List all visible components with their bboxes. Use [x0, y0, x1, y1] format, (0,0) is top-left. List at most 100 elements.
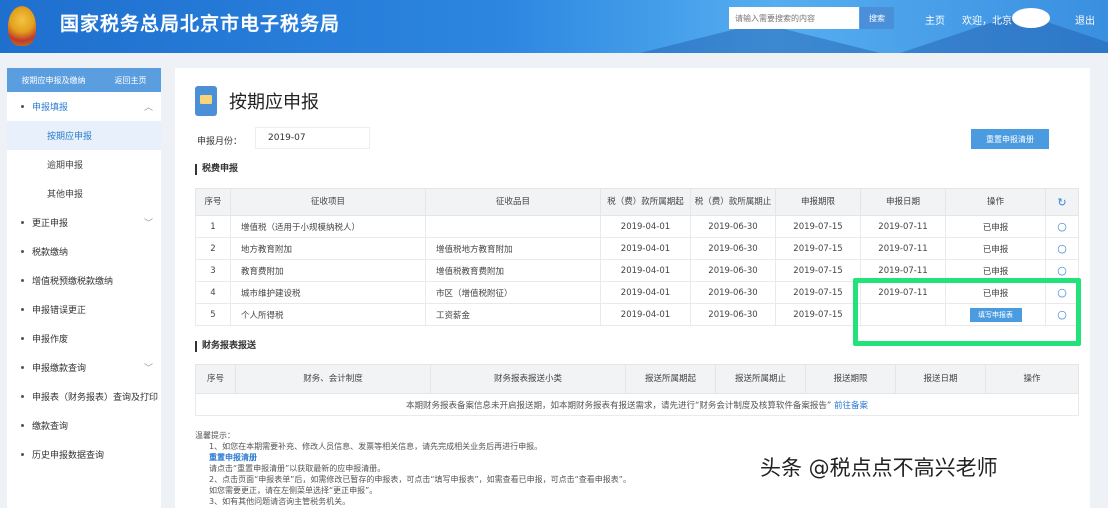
- go-filing-link[interactable]: 前往备案: [834, 401, 868, 411]
- table-row: 5 个人所得税 工资薪金 2019-04-01 2019-06-30 2019-07-15…: [195, 303, 1079, 326]
- table-cell: 已申报: [945, 259, 1046, 282]
- sidebar-item[interactable]: 申报作废: [7, 324, 161, 353]
- bullet-icon: [21, 337, 24, 340]
- tips-section: 温馨提示： 1、如您在本期需要补充、修改人员信息、发票等相关信息，请先完成相关业…: [195, 430, 631, 507]
- sidebar-item-label: 缴款查询: [32, 422, 69, 432]
- refresh-icon[interactable]: ○: [1045, 215, 1079, 238]
- sidebar-item[interactable]: 更正申报 ﹀: [7, 208, 161, 237]
- reset-list-button[interactable]: 重置申报清册: [971, 129, 1049, 149]
- search-input[interactable]: [729, 7, 859, 29]
- notebook-icon: [195, 86, 217, 116]
- table-cell: 2019-07-11: [860, 281, 946, 304]
- sidebar-item[interactable]: 增值税预缴税款缴纳: [7, 266, 161, 295]
- chevron-up-icon: ︿: [143, 103, 153, 113]
- refresh-all-icon[interactable]: ↻: [1045, 188, 1079, 216]
- table-cell: 2019-04-01: [600, 303, 691, 326]
- table-cell: 增值税教育费附加: [425, 259, 601, 282]
- table-cell: 3: [195, 259, 231, 282]
- table-cell: 城市维护建设税: [230, 281, 426, 304]
- table-cell: 市区（增值税附征）: [425, 281, 601, 304]
- tips-title: 温馨提示：: [195, 431, 235, 440]
- sidebar-item[interactable]: 申报错误更正: [7, 295, 161, 324]
- search-button[interactable]: 搜索: [860, 7, 894, 29]
- table-cell: 2019-04-01: [600, 281, 691, 304]
- column-header: 税（费）款所属期止: [690, 188, 776, 216]
- column-header: 税（费）款所属期起: [600, 188, 691, 216]
- bullet-icon: [21, 424, 24, 427]
- table-cell: 增值税地方教育附加: [425, 237, 601, 260]
- table-cell: 2019-06-30: [690, 237, 776, 260]
- sidebar-title: 按期应申报及缴纳: [21, 75, 86, 85]
- back-home-link[interactable]: 返回主页: [115, 75, 147, 86]
- refresh-icon[interactable]: ○: [1045, 281, 1079, 304]
- reset-list-link[interactable]: 重置申报清册: [209, 453, 257, 462]
- sidebar-sub-periodic[interactable]: 按期应申报: [7, 121, 161, 150]
- refresh-icon[interactable]: ○: [1045, 237, 1079, 260]
- site-title: 国家税务总局北京市电子税务局: [60, 13, 341, 35]
- table-cell: 个人所得税: [230, 303, 426, 326]
- sidebar-item[interactable]: 申报表（财务报表）查询及打印 ﹀: [7, 382, 161, 411]
- sidebar-item-label: 申报作废: [32, 335, 69, 345]
- table-cell: 2019-04-01: [600, 215, 691, 238]
- table-cell: 2019-07-15: [775, 303, 861, 326]
- column-header: 报送所属期起: [625, 364, 716, 394]
- column-header: 操作: [985, 364, 1079, 394]
- table-cell: 2019-06-30: [690, 281, 776, 304]
- tip-line: 2、点击页面“申报表单”后，如需修改已暂存的申报表，可点击“填写申报表”，如需查…: [209, 475, 631, 484]
- chevron-down-icon: ﹀: [143, 364, 153, 374]
- column-header: 报送日期: [895, 364, 986, 394]
- sidebar-item-label: 申报错误更正: [32, 306, 87, 316]
- tip-line: 请点击“重置申报清册”以获取最新的应申报清册。: [209, 464, 386, 473]
- table-cell: 2019-04-01: [600, 237, 691, 260]
- table-cell: [425, 215, 601, 238]
- bullet-icon: [21, 366, 24, 369]
- table-cell: 2: [195, 237, 231, 260]
- refresh-icon[interactable]: ○: [1045, 303, 1079, 326]
- sidebar-item-label: 税款缴纳: [32, 248, 69, 258]
- bullet-icon: [21, 250, 24, 253]
- column-header: 申报期限: [775, 188, 861, 216]
- table-cell: 2019-04-01: [600, 259, 691, 282]
- table-cell: 2019-07-11: [860, 215, 946, 238]
- bullet-icon: [21, 308, 24, 311]
- column-header: 操作: [945, 188, 1046, 216]
- financial-report-table: 序号 财务、会计制度 财务报表报送小类 报送所属期起 报送所属期止 报送期限 报送日期 操作 …: [195, 364, 1079, 416]
- bullet-icon: [21, 395, 24, 398]
- table-cell: 2019-07-15: [775, 237, 861, 260]
- table-row: 4 城市维护建设税 市区（增值税附征） 2019-04-01 2019-06-30 201…: [195, 281, 1079, 304]
- refresh-icon[interactable]: ○: [1045, 259, 1079, 282]
- table-cell: 教育费附加: [230, 259, 426, 282]
- main-panel: 按期应申报 申报月份： 2019-07 重置申报清册 税费申报 序号 征收项目 征收…: [175, 68, 1090, 508]
- sidebar-item-label: 历史申报数据查询: [32, 451, 105, 461]
- tax-declare-table: 序号 征收项目 征收品目 税（费）款所属期起 税（费）款所属期止 申报期限 申报日期 操作 ↻ …: [195, 188, 1079, 326]
- chevron-down-icon: ﹀: [143, 393, 153, 403]
- table-cell: 2019-07-11: [860, 237, 946, 260]
- section-title-tax: 税费申报: [195, 164, 238, 175]
- sidebar-item-declare[interactable]: 申报填报 ︿: [7, 92, 161, 121]
- column-header: 征收项目: [230, 188, 426, 216]
- sidebar-sub-other[interactable]: 其他申报: [7, 179, 161, 208]
- table-cell: 2019-06-30: [690, 215, 776, 238]
- sidebar-sub-overdue[interactable]: 逾期申报: [7, 150, 161, 179]
- sidebar-item[interactable]: 缴款查询: [7, 411, 161, 440]
- table-cell: 2019-07-15: [775, 215, 861, 238]
- home-link[interactable]: 主页: [925, 12, 945, 27]
- sidebar-item[interactable]: 税款缴纳: [7, 237, 161, 266]
- user-avatar[interactable]: [1012, 8, 1050, 28]
- sidebar-item[interactable]: 历史申报数据查询: [7, 440, 161, 469]
- table-row: 3 教育费附加 增值税教育费附加 2019-04-01 2019-06-30 2019-0…: [195, 259, 1079, 282]
- table-cell: 地方教育附加: [230, 237, 426, 260]
- table-cell: 工资薪金: [425, 303, 601, 326]
- table-cell: [860, 303, 946, 326]
- table-cell: 2019-06-30: [690, 303, 776, 326]
- tip-line: 3、如有其他问题请咨询主管税务机关。: [209, 497, 351, 506]
- sidebar-item[interactable]: 申报缴款查询 ﹀: [7, 353, 161, 382]
- table-cell: 2019-07-15: [775, 281, 861, 304]
- page-title: 按期应申报: [229, 92, 319, 113]
- tax-emblem-logo: [8, 6, 36, 46]
- period-input[interactable]: 2019-07: [255, 127, 370, 149]
- table-cell: 2019-06-30: [690, 259, 776, 282]
- fill-form-button[interactable]: 填写申报表: [969, 307, 1022, 322]
- section-title-financial: 财务报表报送: [195, 341, 256, 352]
- logout-link[interactable]: 退出: [1075, 12, 1095, 27]
